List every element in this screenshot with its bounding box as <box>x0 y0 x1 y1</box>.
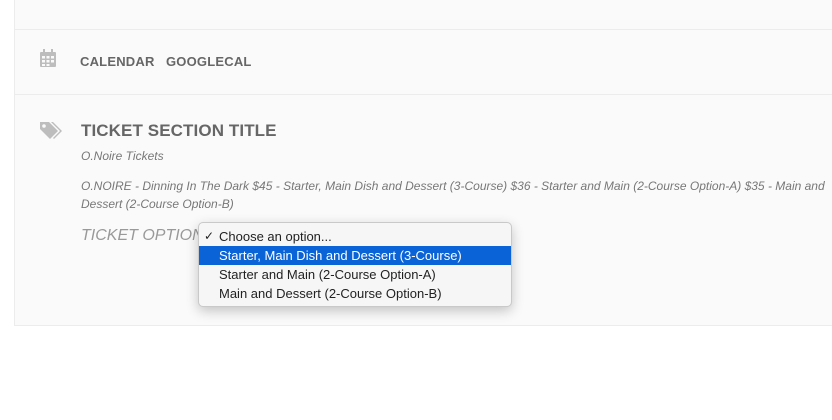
option-label: Choose an option... <box>219 229 332 244</box>
ticket-section-subtitle: O.Noire Tickets <box>81 149 164 163</box>
divider <box>15 94 832 95</box>
ticket-option-label: TICKET OPTION <box>81 227 204 244</box>
tags-icon <box>40 122 62 139</box>
ticket-section-title: TICKET SECTION TITLE <box>81 121 277 140</box>
option-label: Starter and Main (2-Course Option-A) <box>219 267 436 282</box>
option-label: Main and Dessert (2-Course Option-B) <box>219 286 442 301</box>
ticket-option-dropdown[interactable]: ✓ Choose an option... Starter, Main Dish… <box>198 222 512 307</box>
dropdown-option[interactable]: ✓ Choose an option... <box>199 227 511 246</box>
checkmark-icon: ✓ <box>204 229 215 243</box>
divider <box>15 29 832 30</box>
ticket-description: O.NOIRE - Dinning In The Dark $45 - Star… <box>81 179 825 211</box>
calendar-icon <box>40 49 56 67</box>
googlecal-link[interactable]: GOOGLECAL <box>166 54 252 69</box>
dropdown-option-highlighted[interactable]: Starter, Main Dish and Dessert (3-Course… <box>199 246 511 265</box>
dropdown-option[interactable]: Main and Dessert (2-Course Option-B) <box>199 284 511 303</box>
option-label: Starter, Main Dish and Dessert (3-Course… <box>219 248 462 263</box>
calendar-link[interactable]: CALENDAR <box>80 54 155 69</box>
dropdown-option[interactable]: Starter and Main (2-Course Option-A) <box>199 265 511 284</box>
